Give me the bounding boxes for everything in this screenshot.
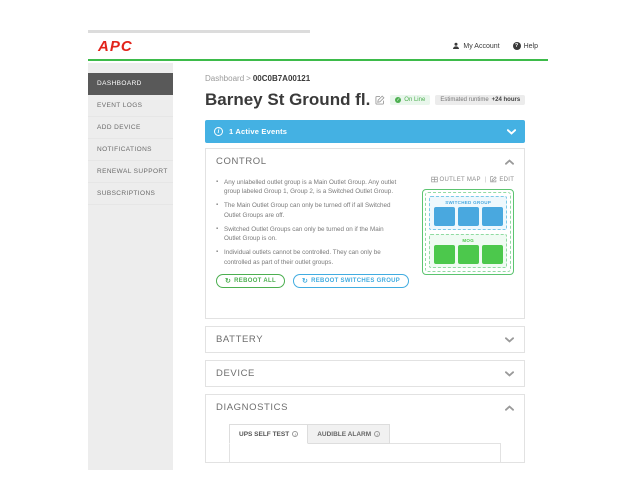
reboot-switches-group-button[interactable]: ↻ REBOOT SWITCHES GROUP [292, 274, 410, 288]
breadcrumb: Dashboard >00C0B7A00121 [205, 74, 525, 83]
outlet-main-1[interactable] [433, 245, 455, 264]
control-panel: CONTROL Any unlabelled outlet group is a… [205, 148, 526, 319]
runtime-value: +24 hours [491, 97, 521, 103]
page-title: Barney St Ground fl. [205, 90, 371, 109]
runtime-prefix: Estimated runtime [440, 97, 489, 103]
link-divider: | [484, 176, 487, 183]
outlet-map-link[interactable]: OUTLET MAP [430, 176, 481, 183]
chevron-down-icon[interactable] [505, 370, 515, 377]
control-note: Switched Outlet Groups can only be turne… [216, 225, 398, 244]
switched-group-label: SWITCHED GROUP [445, 200, 492, 205]
sidebar-item-dashboard[interactable]: DASHBOARD [88, 73, 173, 95]
outlet-map-icon [430, 176, 438, 183]
battery-panel: BATTERY [205, 326, 526, 353]
device-panel-header[interactable]: DEVICE [206, 361, 524, 386]
help-icon: ? [512, 42, 521, 50]
breadcrumb-separator: > [246, 74, 251, 83]
tab-ups-self-test[interactable]: UPS SELF TEST i [229, 424, 309, 444]
status-badge: ✓ On Line [390, 95, 431, 105]
chevron-up-icon[interactable] [505, 158, 515, 165]
edit-link-label: EDIT [499, 176, 515, 183]
control-panel-title: CONTROL [216, 156, 267, 167]
control-note: Any unlabelled outlet group is a Main Ou… [216, 178, 398, 197]
device-panel-title: DEVICE [216, 368, 255, 379]
edit-outlets-link[interactable]: EDIT [490, 176, 514, 183]
tab-audible-alarm[interactable]: AUDIBLE ALARM i [308, 424, 391, 444]
switched-outlet-group: SWITCHED GROUP [429, 196, 508, 230]
help-button[interactable]: ? Help [512, 42, 538, 50]
sidebar: DASHBOARD EVENT LOGS ADD DEVICE NOTIFICA… [88, 63, 173, 470]
chevron-down-icon[interactable] [505, 336, 515, 343]
outlet-switched-1[interactable] [433, 207, 455, 226]
sidebar-item-event-logs[interactable]: EVENT LOGS [88, 95, 173, 117]
info-icon[interactable]: i [374, 431, 381, 437]
apc-logo: APC [98, 37, 133, 55]
sidebar-item-renewal-support[interactable]: RENEWAL SUPPORT [88, 161, 173, 183]
diagnostics-tab-content [229, 443, 502, 462]
breadcrumb-current: 00C0B7A00121 [252, 74, 311, 83]
breadcrumb-parent[interactable]: Dashboard [205, 74, 244, 83]
diagnostics-panel-header[interactable]: DIAGNOSTICS [206, 395, 524, 420]
runtime-badge: Estimated runtime +24 hours [435, 95, 526, 105]
reboot-all-label: REBOOT ALL [234, 278, 276, 284]
outlet-switched-3[interactable] [481, 207, 503, 226]
active-events-label: 1 Active Events [229, 127, 288, 136]
main-content: Dashboard >00C0B7A00121 Barney St Ground … [173, 63, 548, 470]
sidebar-item-add-device[interactable]: ADD DEVICE [88, 117, 173, 139]
reboot-all-button[interactable]: ↻ REBOOT ALL [216, 274, 285, 288]
info-icon[interactable]: i [292, 431, 299, 437]
my-account-label: My Account [463, 42, 500, 50]
active-events-bar[interactable]: i 1 Active Events [205, 120, 526, 143]
main-outlet-group: MOG [429, 234, 508, 268]
diagnostics-tabs: UPS SELF TEST i AUDIBLE ALARM i [229, 424, 514, 444]
chevron-down-icon[interactable] [507, 128, 517, 135]
control-panel-header[interactable]: CONTROL [206, 149, 524, 174]
edit-icon [490, 176, 498, 183]
sidebar-item-subscriptions[interactable]: SUBSCRIPTIONS [88, 183, 173, 205]
help-label: Help [523, 42, 538, 50]
edit-device-name-icon[interactable] [375, 95, 385, 105]
control-notes-list: Any unlabelled outlet group is a Main Ou… [216, 178, 398, 267]
reboot-switches-group-label: REBOOT SWITCHES GROUP [311, 278, 401, 284]
app-window: APC My Account ? Help DASHBOARD EVENT LO… [88, 30, 548, 470]
check-circle-icon: ✓ [395, 97, 402, 103]
info-circle-icon: i [214, 127, 223, 136]
status-label: On Line [404, 97, 426, 103]
tab-audible-alarm-label: AUDIBLE ALARM [317, 430, 372, 438]
top-header: APC My Account ? Help [88, 33, 548, 61]
diagnostics-panel: DIAGNOSTICS UPS SELF TEST i AUDIBLE ALAR… [205, 394, 526, 463]
outlet-map: SWITCHED GROUP MOG [422, 189, 515, 275]
person-icon [452, 42, 460, 50]
main-group-label: MOG [462, 238, 475, 243]
refresh-icon: ↻ [225, 277, 232, 285]
battery-panel-header[interactable]: BATTERY [206, 327, 524, 352]
refresh-icon: ↻ [301, 277, 309, 285]
sidebar-item-notifications[interactable]: NOTIFICATIONS [88, 139, 173, 161]
outlet-main-3[interactable] [481, 245, 503, 264]
control-note: The Main Outlet Group can only be turned… [216, 201, 398, 220]
tab-ups-self-test-label: UPS SELF TEST [239, 430, 290, 438]
outlet-switched-2[interactable] [457, 207, 479, 226]
outlet-map-link-label: OUTLET MAP [439, 176, 481, 183]
chevron-up-icon[interactable] [505, 404, 515, 411]
diagnostics-panel-title: DIAGNOSTICS [216, 402, 289, 413]
outlet-main-2[interactable] [457, 245, 479, 264]
battery-panel-title: BATTERY [216, 334, 264, 345]
my-account-button[interactable]: My Account [452, 42, 500, 50]
control-note: Individual outlets cannot be controlled.… [216, 248, 398, 267]
device-panel: DEVICE [205, 360, 526, 387]
